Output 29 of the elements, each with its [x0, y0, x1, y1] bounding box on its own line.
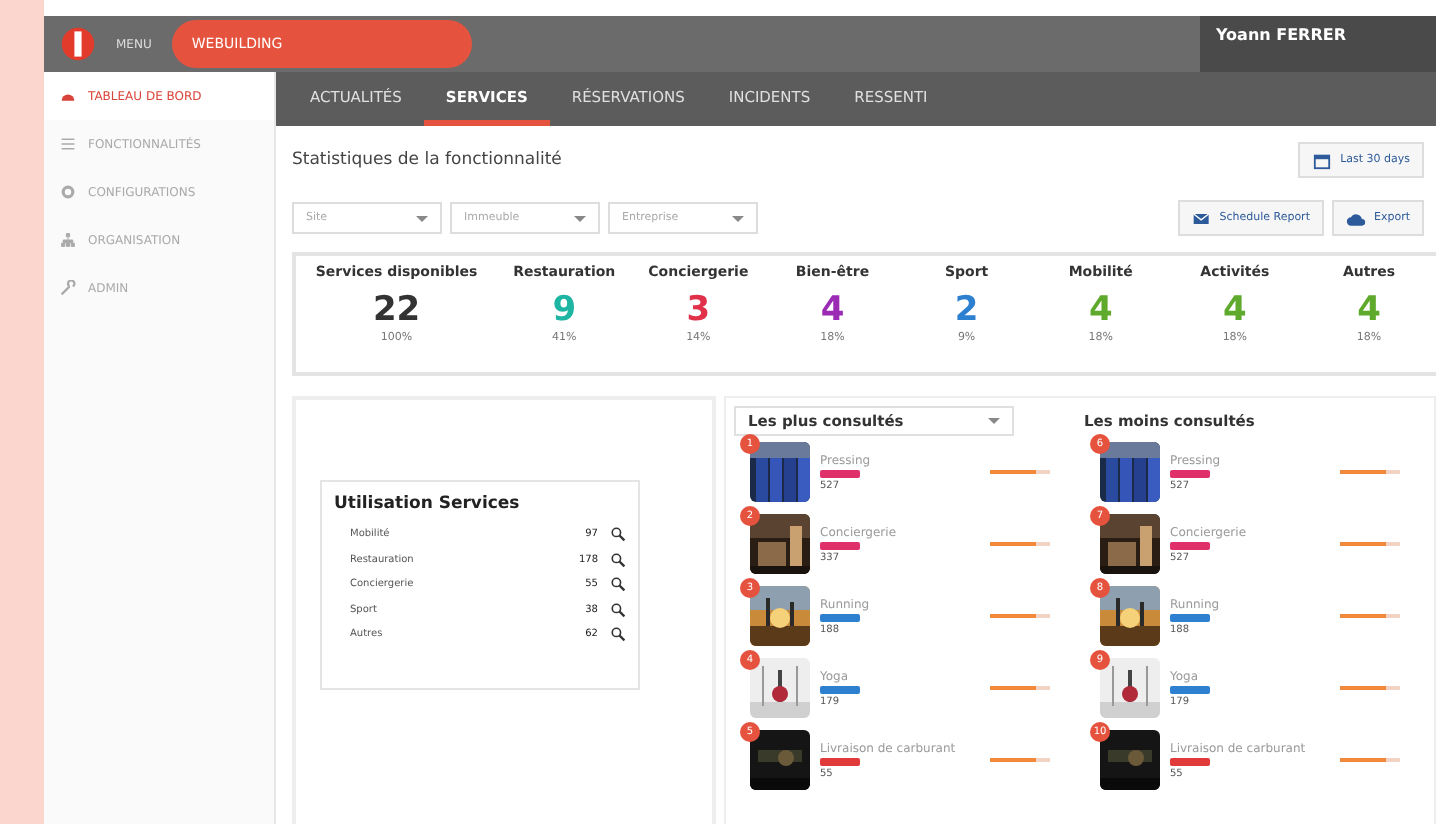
- settings-icon: [60, 184, 76, 200]
- stat-value: 2: [954, 288, 979, 331]
- stat-value: 4: [820, 288, 845, 331]
- stat-value: 4: [1357, 288, 1381, 331]
- caret-icon: [574, 215, 586, 221]
- logo-icon: [60, 26, 96, 62]
- usage-title: Utilisation Services: [334, 494, 522, 514]
- calendar-icon: [1312, 151, 1333, 169]
- zoom-icon[interactable]: [610, 551, 626, 568]
- mail-icon: [1191, 209, 1212, 227]
- stat-value: 3: [686, 288, 711, 331]
- caret-icon: [416, 215, 428, 221]
- stat-value: 4: [1088, 288, 1113, 332]
- stat-value: 4: [1223, 288, 1247, 332]
- caret-icon: [988, 418, 1000, 424]
- stat-value: 22: [372, 288, 421, 331]
- zoom-icon[interactable]: [610, 576, 626, 593]
- page-title: Statistiques de la fonctionnalité: [292, 150, 562, 170]
- zoom-icon[interactable]: [610, 601, 626, 618]
- stat-value: 9: [552, 288, 577, 331]
- zoom-icon[interactable]: [610, 626, 626, 643]
- user-name[interactable]: Yoann FERRER: [1200, 16, 1436, 72]
- menu-icon: [60, 136, 76, 152]
- caret-icon: [732, 215, 744, 221]
- cloud-icon: [1345, 209, 1366, 227]
- zoom-icon[interactable]: [610, 526, 626, 543]
- hierarchy-icon: [60, 232, 76, 248]
- gauge-icon: [60, 88, 76, 104]
- wrench-icon: [60, 280, 76, 296]
